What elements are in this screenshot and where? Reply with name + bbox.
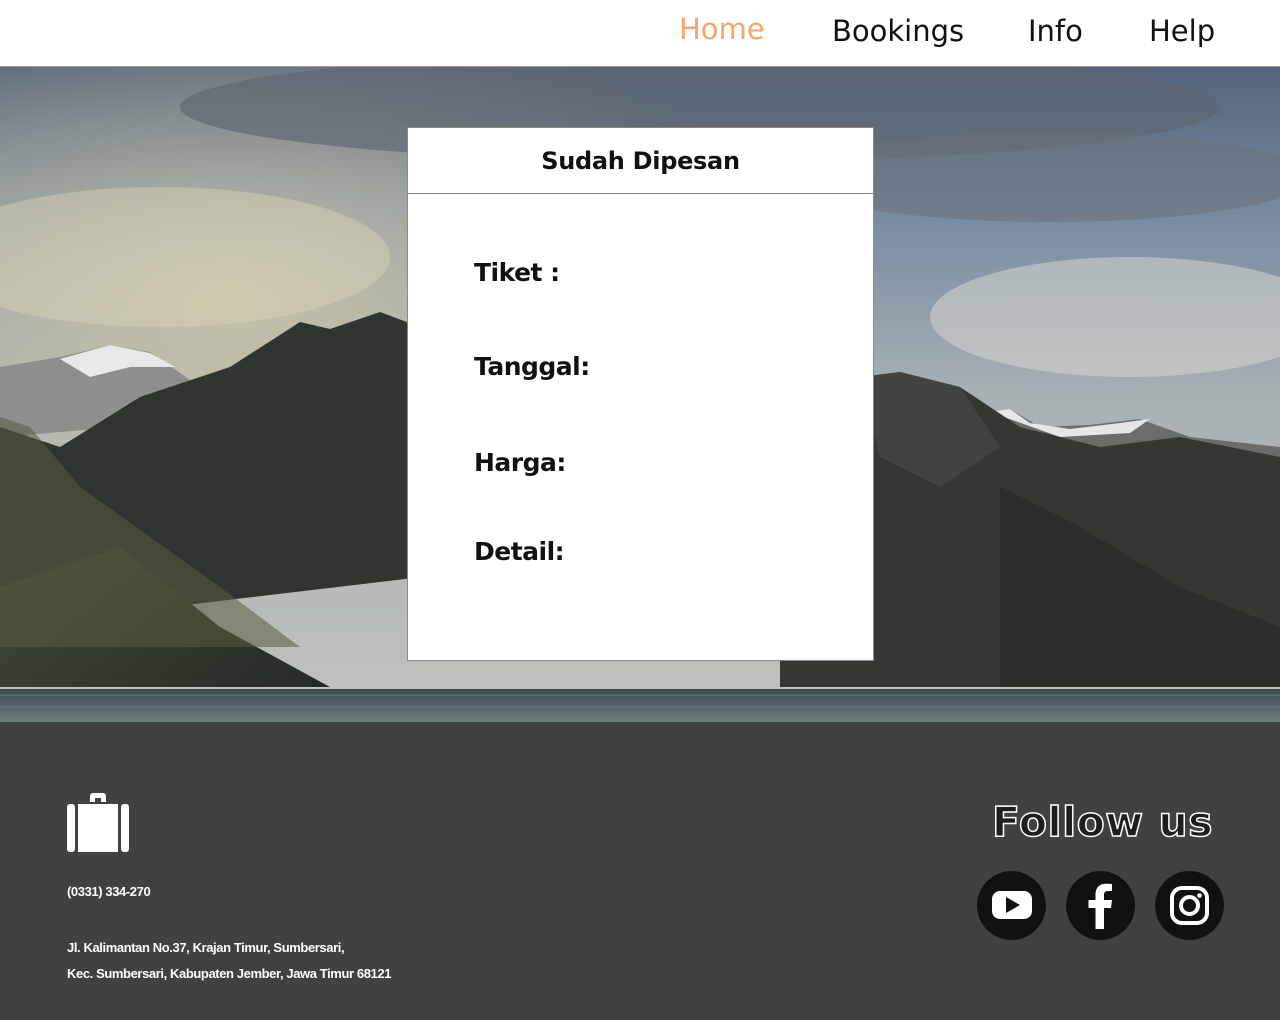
booking-card: Sudah Dipesan Tiket : Tanggal: Harga: De… [407, 127, 874, 661]
harga-label: Harga: [474, 448, 566, 477]
card-title: Sudah Dipesan [541, 146, 740, 175]
contact-phone: (0331) 334-270 [67, 884, 151, 899]
nav-help-link[interactable]: Help [1149, 14, 1215, 48]
facebook-link[interactable] [1066, 871, 1135, 940]
nav-bookings-link[interactable]: Bookings [832, 14, 964, 48]
address-line-2: Kec. Sumbersari, Kabupaten Jember, Jawa … [67, 966, 392, 981]
instagram-link[interactable] [1155, 871, 1224, 940]
detail-label: Detail: [474, 537, 565, 566]
address-line-1: Jl. Kalimantan No.37, Krajan Timur, Sumb… [67, 940, 345, 955]
briefcase-icon [66, 792, 130, 859]
top-nav: Home Bookings Info Help [0, 0, 1280, 67]
tanggal-label: Tanggal: [474, 352, 590, 381]
tiket-label: Tiket : [474, 258, 560, 287]
youtube-link[interactable] [977, 871, 1046, 940]
nav-home-link[interactable]: Home [679, 12, 765, 46]
nav-info-link[interactable]: Info [1028, 14, 1083, 48]
follow-us-heading: Follow us [991, 797, 1214, 847]
card-header: Sudah Dipesan [408, 128, 873, 194]
footer: (0331) 334-270 Jl. Kalimantan No.37, Kra… [0, 722, 1280, 1020]
